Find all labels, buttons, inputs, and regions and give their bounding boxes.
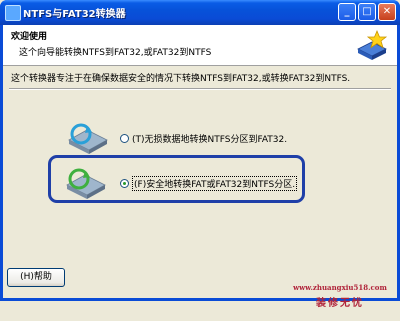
title-bar[interactable]: NTFS与FAT32转换器 _ □ ✕ [0, 0, 400, 25]
drive-star-icon [357, 29, 388, 60]
header-subtitle: 这个向导能转换NTFS到FAT32,或FAT32到NTFS [19, 48, 212, 58]
maximize-button[interactable]: □ [358, 3, 376, 21]
option-fat32-to-ntfs-label[interactable]: (F)安全地转换FAT或FAT32到NTFS分区. [132, 176, 298, 191]
watermark-name: 装修无忧 [316, 298, 364, 309]
app-window: NTFS与FAT32转换器 _ □ ✕ 欢迎使用 这个向导能转换NTFS到FAT… [0, 0, 400, 309]
minimize-button[interactable]: _ [338, 3, 356, 21]
header-title: 欢迎使用 [11, 32, 48, 42]
option-fat32-to-ntfs[interactable]: (F)安全地转换FAT或FAT32到NTFS分区. [120, 176, 298, 191]
watermark-url: www.zhuangxiu518.com [293, 283, 387, 292]
option-ntfs-to-fat32-label[interactable]: (T)无损数据地转换NTFS分区到FAT32. [132, 132, 287, 145]
fat32-to-ntfs-disk-icon [66, 168, 106, 199]
app-icon [5, 5, 21, 21]
ntfs-to-fat32-disk-icon [68, 123, 108, 154]
dialog-body: 欢迎使用 这个向导能转换NTFS到FAT32,或FAT32到NTFS 这个转换器… [3, 25, 397, 309]
radio-ntfs-to-fat32[interactable] [120, 134, 129, 143]
help-button[interactable]: (H)帮助 [7, 268, 65, 287]
description-text: 这个转换器专注于在确保数据安全的情况下转换NTFS到FAT32,或转换FAT32… [11, 74, 351, 84]
separator [9, 88, 391, 90]
option-ntfs-to-fat32[interactable]: (T)无损数据地转换NTFS分区到FAT32. [120, 132, 287, 145]
close-button[interactable]: ✕ [378, 3, 396, 21]
watermark: www.zhuangxiu518.com 装修无忧 [281, 283, 399, 321]
window-title: NTFS与FAT32转换器 [23, 9, 126, 20]
radio-fat32-to-ntfs[interactable] [120, 179, 129, 188]
wizard-header: 欢迎使用 这个向导能转换NTFS到FAT32,或FAT32到NTFS [3, 25, 397, 66]
